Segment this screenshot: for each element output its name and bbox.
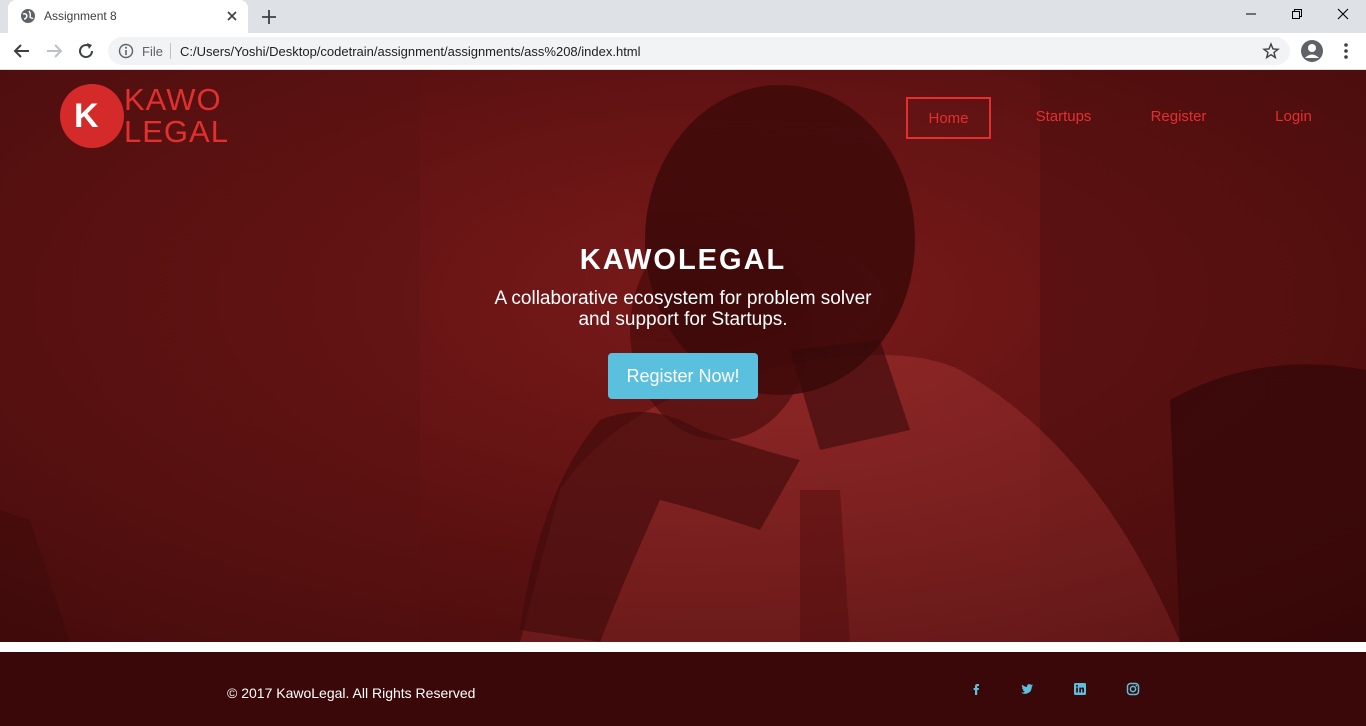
forward-icon[interactable] [42, 39, 66, 63]
omnibox-separator [170, 43, 171, 59]
more-menu-icon[interactable] [1334, 39, 1358, 63]
register-now-button[interactable]: Register Now! [608, 353, 758, 399]
info-icon[interactable] [118, 43, 134, 59]
reload-icon[interactable] [74, 39, 98, 63]
web-page: K KAWO LEGAL Home Startups Register Logi… [0, 70, 1366, 726]
browser-tab[interactable]: Assignment 8 [8, 0, 248, 33]
restore-icon[interactable] [1274, 0, 1320, 30]
browser-tab-strip: Assignment 8 [0, 0, 1366, 33]
logo-badge: K [60, 84, 124, 148]
section-divider [0, 642, 1366, 652]
profile-avatar-icon[interactable] [1300, 39, 1324, 63]
hero-subtitle: A collaborative ecosystem for problem so… [494, 288, 872, 330]
nav-register-link[interactable]: Register [1136, 97, 1221, 139]
linkedin-icon[interactable] [1072, 681, 1088, 697]
hero-title: KAWOLEGAL [579, 244, 787, 276]
logo-mark: K [74, 97, 99, 135]
site-footer: © 2017 KawoLegal. All Rights Reserved [0, 652, 1366, 726]
minimize-icon[interactable] [1228, 0, 1274, 30]
browser-toolbar: File C:/Users/Yoshi/Desktop/codetrain/as… [0, 33, 1366, 70]
logo-text-line2: LEGAL [124, 114, 229, 149]
url-text[interactable]: C:/Users/Yoshi/Desktop/codetrain/assignm… [180, 44, 641, 59]
back-icon[interactable] [10, 39, 34, 63]
nav-home-link[interactable]: Home [906, 97, 991, 139]
new-tab-icon[interactable] [258, 6, 280, 28]
close-window-icon[interactable] [1320, 0, 1366, 30]
facebook-icon[interactable] [968, 681, 984, 697]
logo-text-line1: KAWO [124, 82, 222, 117]
tab-title: Assignment 8 [44, 9, 117, 23]
close-tab-icon[interactable] [224, 8, 240, 24]
copyright-text: © 2017 KawoLegal. All Rights Reserved [227, 685, 476, 701]
globe-icon [20, 8, 36, 24]
scheme-label: File [142, 44, 163, 59]
nav-startups-link[interactable]: Startups [1021, 97, 1106, 139]
instagram-icon[interactable] [1125, 681, 1141, 697]
site-logo[interactable]: K KAWO LEGAL [60, 84, 235, 150]
hero-section: K KAWO LEGAL Home Startups Register Logi… [0, 70, 1366, 642]
twitter-icon[interactable] [1019, 681, 1035, 697]
bookmark-star-icon[interactable] [1262, 42, 1280, 60]
address-bar[interactable]: File C:/Users/Yoshi/Desktop/codetrain/as… [108, 37, 1290, 65]
nav-login-link[interactable]: Login [1251, 97, 1336, 139]
